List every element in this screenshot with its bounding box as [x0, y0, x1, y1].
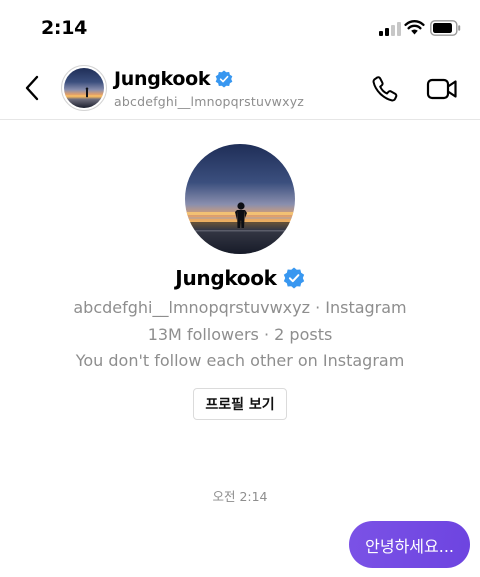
profile-handle-line: abcdefghi__lmnopqrstuvwxyz · Instagram — [73, 298, 407, 317]
profile-follow-status: You don't follow each other on Instagram — [75, 351, 405, 370]
message-timestamp: 오전 2:14 — [212, 489, 268, 504]
status-bar: 2:14 — [0, 0, 480, 58]
profile-photo-image — [185, 144, 295, 254]
header-name-row[interactable]: Jungkook — [114, 68, 233, 90]
profile-name-row: Jungkook — [0, 266, 480, 290]
phone-icon[interactable] — [370, 74, 400, 104]
status-time: 2:14 — [41, 17, 88, 39]
chat-header: Jungkook abcdefghi__lmnopqrstuvwxyz — [0, 58, 480, 120]
view-profile-button[interactable]: 프로필 보기 — [193, 388, 287, 420]
header-username: abcdefghi__lmnopqrstuvwxyz — [114, 94, 305, 109]
verified-badge-icon — [215, 70, 233, 88]
battery-icon — [430, 20, 461, 36]
signal-icon — [379, 22, 401, 36]
profile-photo[interactable] — [185, 144, 295, 254]
verified-badge-icon — [283, 267, 304, 289]
avatar-photo — [64, 68, 104, 108]
wifi-icon — [404, 20, 425, 35]
header-avatar[interactable] — [61, 65, 107, 111]
profile-stats-line: 13M followers · 2 posts — [147, 325, 333, 344]
video-camera-icon[interactable] — [426, 75, 458, 103]
back-chevron-icon[interactable] — [18, 70, 48, 106]
header-name: Jungkook — [114, 68, 211, 90]
sent-message-bubble[interactable]: 안녕하세요... — [349, 521, 470, 568]
profile-name: Jungkook — [175, 266, 277, 290]
